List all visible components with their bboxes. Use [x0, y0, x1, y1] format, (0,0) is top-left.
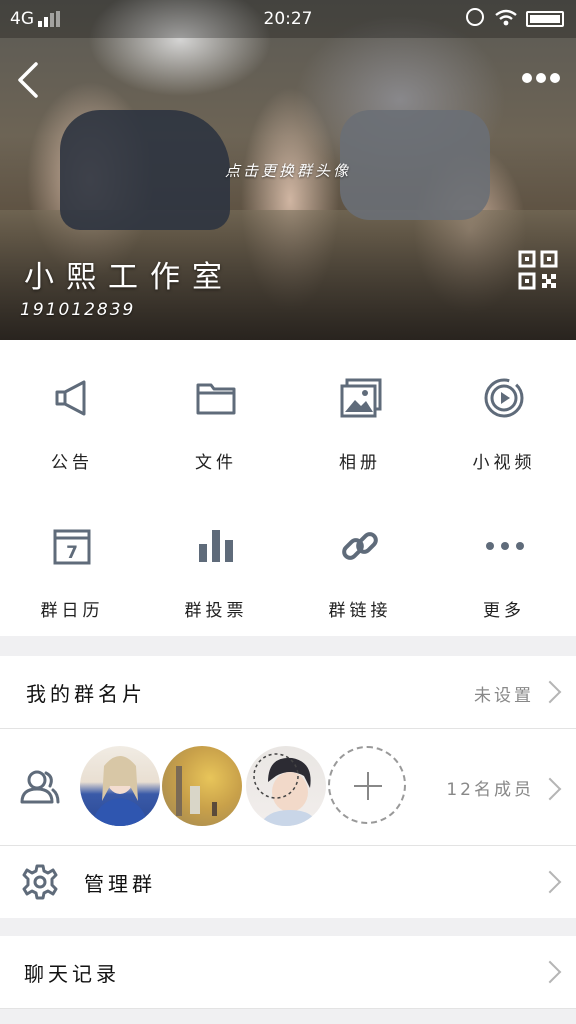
album-icon	[340, 378, 382, 418]
member-avatar[interactable]	[80, 746, 160, 826]
manage-group-label: 管理群	[84, 872, 156, 896]
link-icon	[340, 526, 380, 566]
feature-grid: 公告 文件 相册 小视频 7 群日历 群投票 群链接 更多	[0, 340, 576, 636]
add-member-button[interactable]	[328, 746, 406, 824]
feature-label: 群投票	[184, 601, 248, 621]
megaphone-icon	[52, 378, 92, 418]
group-name: 小熙工作室	[24, 260, 234, 295]
qr-code-icon[interactable]	[518, 250, 558, 290]
calendar-icon: 7	[52, 526, 92, 566]
folder-icon	[196, 378, 236, 418]
feature-label: 公告	[51, 453, 93, 473]
my-group-card-row[interactable]: 我的群名片 未设置	[0, 656, 576, 728]
group-cover-header[interactable]: 4G 20:27 点击更换群头像 小熙工作室 191012839	[0, 0, 576, 340]
back-icon[interactable]	[14, 60, 54, 100]
chevron-right-icon	[538, 960, 562, 984]
group-id: 191012839	[20, 300, 136, 320]
feature-label: 群链接	[328, 601, 392, 621]
manage-group-row[interactable]: 管理群	[0, 846, 576, 918]
feature-album[interactable]: 相册	[288, 340, 432, 488]
feature-label: 更多	[483, 601, 525, 621]
alarm-icon	[466, 8, 484, 26]
change-avatar-hint[interactable]: 点击更换群头像	[0, 160, 576, 181]
my-group-card-value: 未设置	[474, 686, 534, 706]
more-dots-icon	[484, 526, 524, 566]
vote-icon	[196, 526, 236, 566]
wifi-icon	[494, 8, 518, 32]
divider	[0, 1008, 576, 1009]
member-avatar[interactable]	[246, 746, 326, 826]
chevron-right-icon	[538, 777, 562, 801]
calendar-day: 7	[66, 543, 78, 563]
clock: 20:27	[263, 9, 313, 29]
feature-files[interactable]: 文件	[144, 340, 288, 488]
member-avatar[interactable]	[162, 746, 242, 826]
chat-history-label: 聊天记录	[24, 962, 120, 986]
feature-label: 小视频	[472, 453, 536, 473]
feature-more[interactable]: 更多	[432, 488, 576, 636]
feature-short-video[interactable]: 小视频	[432, 340, 576, 488]
gear-icon	[22, 864, 58, 900]
feature-vote[interactable]: 群投票	[144, 488, 288, 636]
my-group-card-label: 我的群名片	[26, 682, 146, 706]
more-options-icon[interactable]	[522, 68, 562, 88]
battery-icon	[526, 11, 564, 27]
feature-link[interactable]: 群链接	[288, 488, 432, 636]
member-count: 12名成员	[446, 780, 534, 800]
feature-label: 文件	[195, 453, 237, 473]
feature-label: 群日历	[40, 601, 104, 621]
feature-calendar[interactable]: 7 群日历	[0, 488, 144, 636]
video-icon	[484, 378, 524, 418]
feature-label: 相册	[339, 453, 381, 473]
chat-history-row[interactable]: 聊天记录	[0, 936, 576, 1008]
chevron-right-icon	[538, 870, 562, 894]
chevron-right-icon	[538, 680, 562, 704]
status-bar: 4G 20:27	[0, 0, 576, 38]
members-icon	[20, 769, 60, 805]
feature-announcement[interactable]: 公告	[0, 340, 144, 488]
